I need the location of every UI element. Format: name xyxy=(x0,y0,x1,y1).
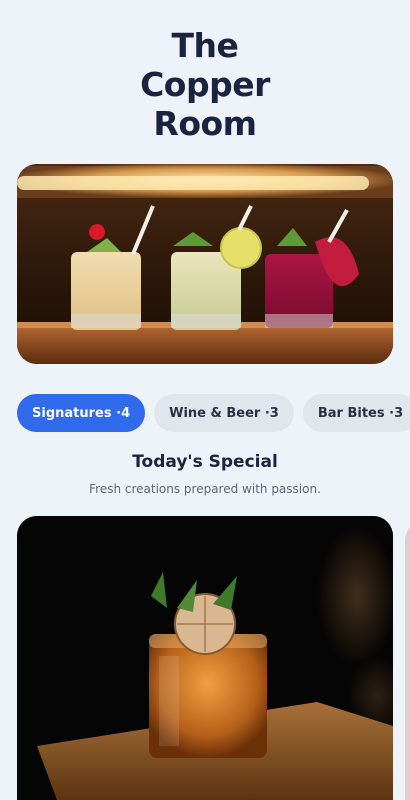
next-card-peek[interactable] xyxy=(405,522,410,800)
tab-bar-bites[interactable]: Bar Bites3 xyxy=(302,394,410,432)
tab-wine-beer[interactable]: Wine & Beer3 xyxy=(154,394,294,432)
section-title: Today's Special xyxy=(132,452,278,472)
section-subtitle: Fresh creations prepared with passion. xyxy=(89,482,321,496)
tab-signatures[interactable]: Signatures4 xyxy=(17,394,146,432)
tab-label: Wine & Beer xyxy=(169,405,261,421)
restaurant-title: The Copper Room xyxy=(0,26,410,143)
tab-count: 4 xyxy=(112,406,130,421)
menu-category-tabs: Signatures4 Wine & Beer3 Bar Bites3 xyxy=(17,394,410,432)
tab-count: 3 xyxy=(260,406,279,421)
tab-count: 3 xyxy=(385,406,403,421)
title-line: The xyxy=(171,26,239,65)
tab-label: Bar Bites xyxy=(317,405,385,421)
hero-cocktails-image xyxy=(17,164,393,364)
title-line: Room xyxy=(153,104,257,143)
special-drink-image xyxy=(17,516,393,800)
tab-label: Signatures xyxy=(32,405,112,421)
title-line: Copper xyxy=(140,65,270,104)
special-drink-card[interactable] xyxy=(17,516,393,800)
